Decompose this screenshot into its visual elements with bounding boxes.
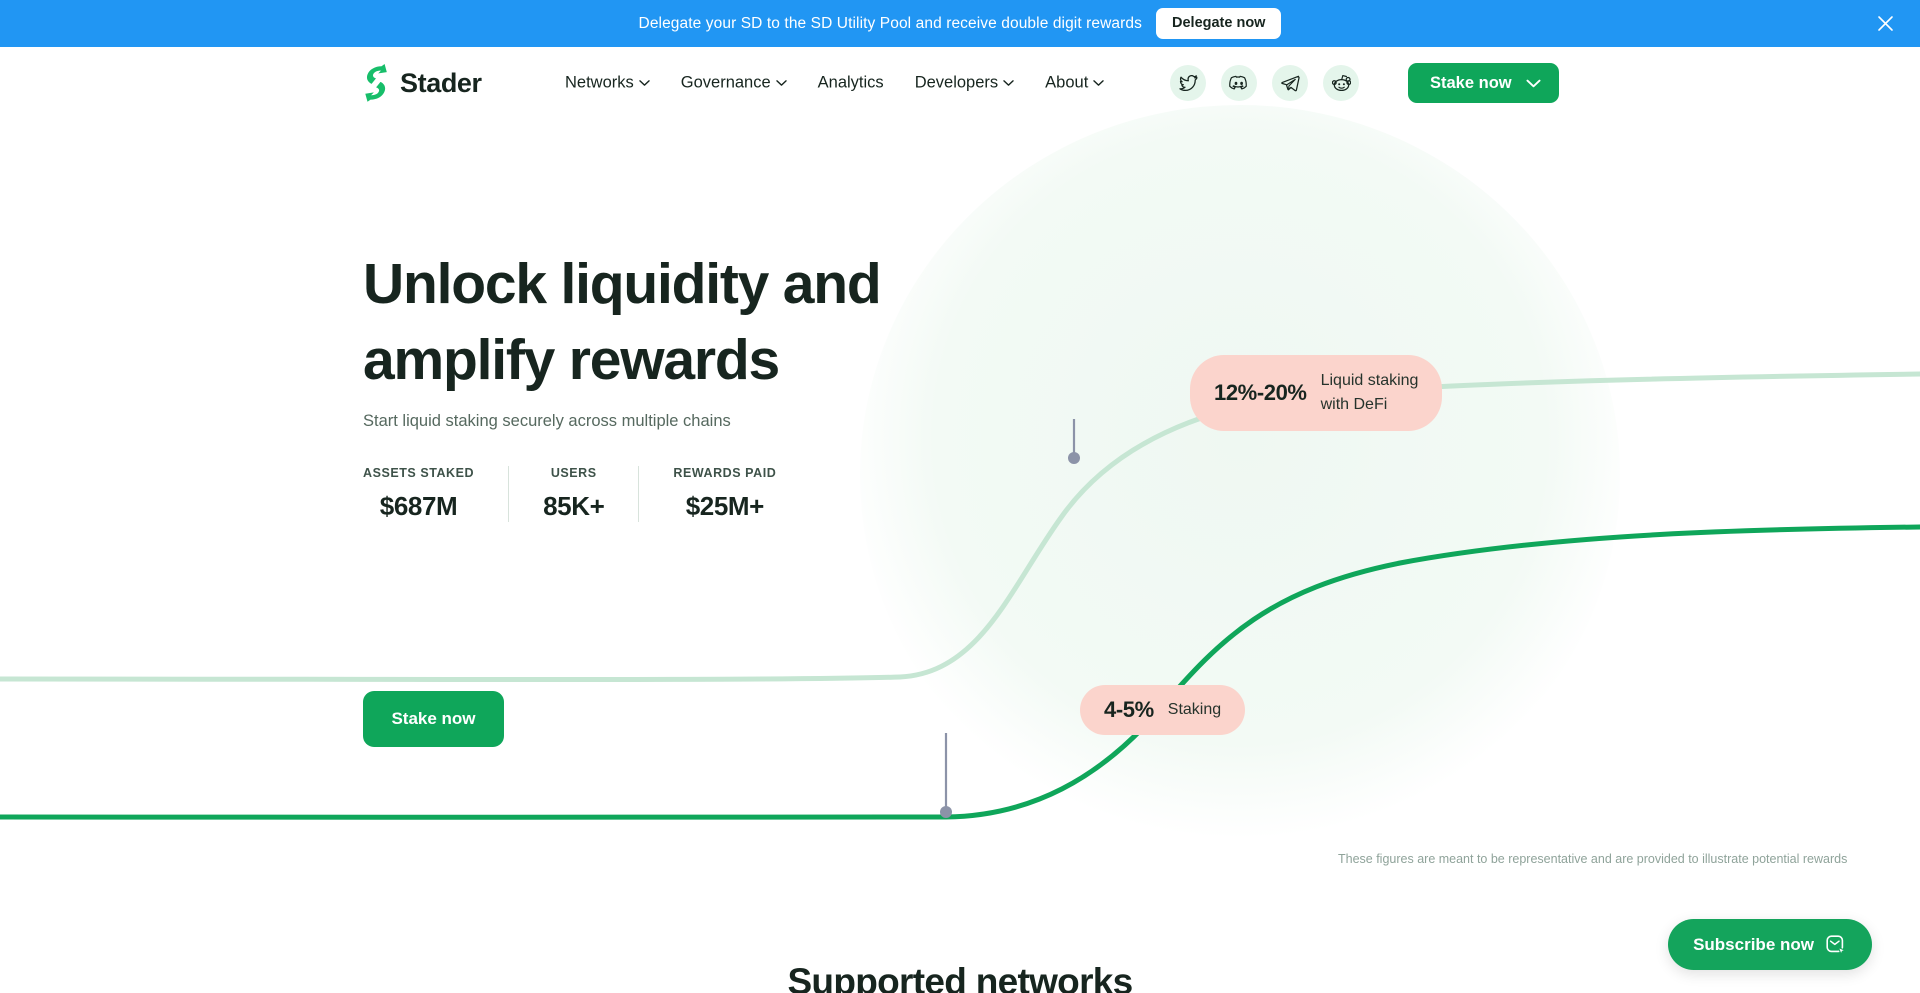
chart-annotation-liquid-staking[interactable]: 12%-20% Liquid staking with DeFi	[1190, 355, 1443, 431]
annotation-rate: 4-5%	[1104, 697, 1154, 722]
nav-item-analytics[interactable]: Analytics	[818, 74, 884, 93]
chart-annotation-staking[interactable]: 4-5% Staking	[1080, 685, 1246, 735]
hero-stats: ASSETS STAKED $687M USERS 85K+ REWARDS P…	[363, 466, 810, 522]
nav-label: Analytics	[817, 73, 884, 92]
chevron-down-icon	[639, 80, 650, 86]
stat-label: ASSETS STAKED	[363, 466, 475, 480]
brand-name: Stader	[400, 67, 482, 98]
nav-item-governance[interactable]: Governance	[681, 74, 787, 93]
brand-logo[interactable]: Stader	[363, 64, 482, 102]
stat-rewards-paid: REWARDS PAID $25M+	[639, 466, 810, 522]
subscribe-now-button[interactable]: Subscribe now	[1668, 919, 1872, 970]
hero-stake-now-button[interactable]: Stake now	[363, 691, 504, 747]
hero-title-line-1: Unlock liquidity and	[363, 252, 882, 316]
stat-value: 85K+	[543, 491, 605, 521]
social-links	[1170, 65, 1359, 101]
subscribe-now-label: Subscribe now	[1693, 934, 1814, 954]
stat-label: USERS	[550, 466, 597, 480]
main-navigation: Networks Governance Analytics Developers…	[565, 73, 1105, 93]
nav-item-networks[interactable]: Networks	[565, 74, 650, 93]
section-title: Supported networks	[787, 961, 1133, 993]
stat-value: $25M+	[685, 491, 765, 521]
annotation-label: Liquid staking with DeFi	[1320, 372, 1419, 413]
promo-banner: Delegate your SD to the SD Utility Pool …	[0, 0, 1920, 47]
discord-icon[interactable]	[1221, 65, 1257, 101]
chevron-down-icon	[1003, 80, 1014, 86]
header-stake-now-label: Stake now	[1430, 73, 1512, 92]
nav-item-developers[interactable]: Developers	[915, 74, 1014, 93]
stader-logo-icon	[363, 64, 389, 102]
nav-item-about[interactable]: About	[1045, 73, 1105, 93]
chevron-down-icon	[775, 80, 787, 86]
nav-label: About	[1045, 73, 1089, 92]
annotation-rate: 12%-20%	[1214, 380, 1307, 405]
hero-title-line-2: amplify rewards	[363, 328, 780, 392]
subscribe-message-icon	[1826, 934, 1846, 955]
supported-networks-section: Supported networks	[0, 960, 1920, 993]
twitter-icon[interactable]	[1170, 65, 1206, 101]
stat-value: $687M	[379, 491, 458, 521]
stat-assets-staked: ASSETS STAKED $687M	[363, 466, 508, 522]
delegate-now-button[interactable]: Delegate now	[1156, 7, 1282, 40]
header-stake-now-button[interactable]: Stake now	[1408, 63, 1559, 103]
nav-label: Developers	[914, 73, 999, 92]
telegram-icon[interactable]	[1272, 65, 1308, 101]
reddit-icon[interactable]	[1323, 65, 1359, 101]
chevron-down-icon	[1526, 79, 1541, 87]
nav-label: Networks	[565, 73, 634, 92]
promo-banner-text: Delegate your SD to the SD Utility Pool …	[638, 14, 1142, 32]
hero-copy: Unlock liquidity and amplify rewards Sta…	[363, 246, 983, 431]
chart-footnote: These figures are meant to be representa…	[1338, 852, 1848, 866]
stat-label: REWARDS PAID	[673, 466, 777, 480]
stat-users: USERS 85K+	[509, 466, 638, 522]
site-header: Stader Networks Governance Analytics Dev…	[0, 47, 1920, 119]
page-title: Unlock liquidity and amplify rewards	[363, 246, 983, 398]
chevron-down-icon	[1093, 80, 1105, 86]
nav-label: Governance	[680, 73, 771, 92]
page-root: Delegate your SD to the SD Utility Pool …	[0, 0, 1920, 993]
close-icon[interactable]	[1872, 11, 1898, 37]
hero-subtitle: Start liquid staking securely across mul…	[363, 412, 731, 430]
annotation-label: Staking	[1167, 701, 1222, 718]
